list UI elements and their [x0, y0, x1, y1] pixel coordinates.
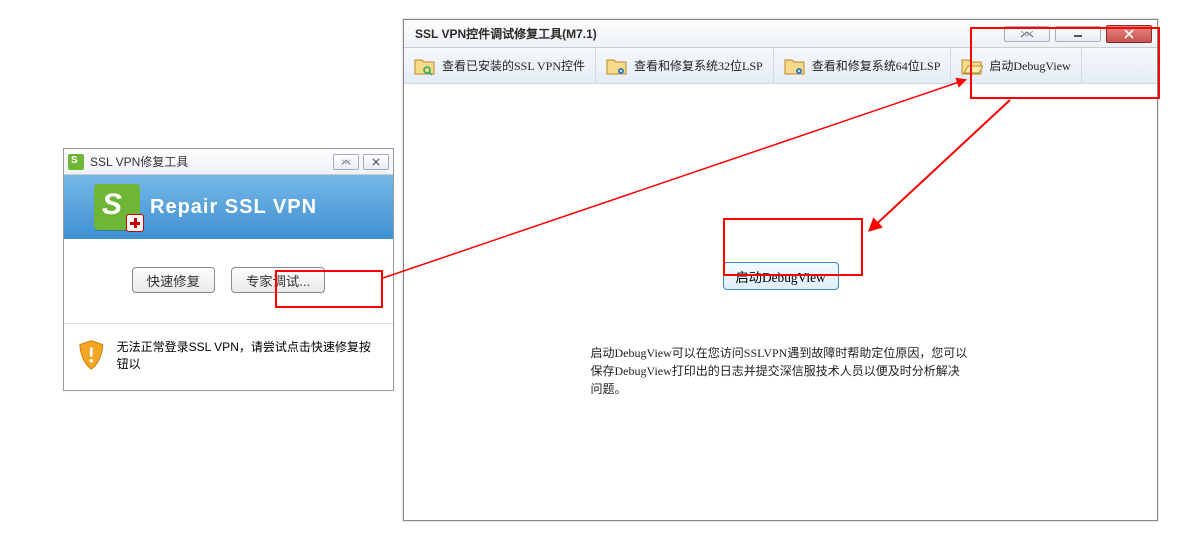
- repair-dialog-titlebar[interactable]: SSL VPN修复工具: [64, 149, 393, 175]
- debug-dialog: SSL VPN控件调试修复工具(M7.1) 查看已安装的SSL VPN控件: [403, 19, 1158, 521]
- debug-dialog-title: SSL VPN控件调试修复工具(M7.1): [415, 25, 998, 42]
- quick-repair-button[interactable]: 快速修复: [132, 267, 215, 293]
- debug-content: 启动DebugView 启动DebugView可以在您访问SSLVPN遇到故障时…: [404, 84, 1157, 520]
- folder-gear-icon: [606, 56, 628, 76]
- toolbar-launch-debugview[interactable]: 启动DebugView: [951, 48, 1081, 83]
- minimize-button[interactable]: [1055, 26, 1101, 42]
- app-icon: [68, 154, 84, 170]
- toolbar-label: 查看已安装的SSL VPN控件: [442, 57, 585, 74]
- repair-banner: S Repair SSL VPN: [64, 175, 393, 239]
- warning-shield-icon: [78, 339, 105, 371]
- toolbar-fix-32[interactable]: 查看和修复系统32位LSP: [596, 48, 774, 83]
- launch-debugview-button[interactable]: 启动DebugView: [723, 262, 839, 290]
- debug-dialog-titlebar[interactable]: SSL VPN控件调试修复工具(M7.1): [404, 20, 1157, 48]
- repair-dialog-title: SSL VPN修复工具: [88, 153, 329, 170]
- debug-toolbar: 查看已安装的SSL VPN控件 查看和修复系统32位LSP 查看和修复系统64位…: [404, 48, 1157, 84]
- repair-banner-title: Repair SSL VPN: [150, 196, 317, 219]
- repair-footer-text: 无法正常登录SSL VPN，请尝试点击快速修复按钮以: [117, 338, 381, 372]
- folder-search-icon: [414, 56, 436, 76]
- repair-logo-icon: S: [94, 184, 140, 230]
- debugview-description: 启动DebugView可以在您访问SSLVPN遇到故障时帮助定位原因，您可以保存…: [591, 344, 971, 398]
- close-button[interactable]: [1106, 25, 1152, 43]
- folder-open-icon: [961, 56, 983, 76]
- help-button[interactable]: [333, 154, 359, 170]
- folder-gear-icon: [784, 56, 806, 76]
- toolbar-fix-64[interactable]: 查看和修复系统64位LSP: [774, 48, 952, 83]
- help-button[interactable]: [1004, 26, 1050, 42]
- expert-debug-button[interactable]: 专家调试...: [231, 267, 325, 293]
- toolbar-label: 启动DebugView: [989, 57, 1070, 74]
- close-button[interactable]: [363, 154, 389, 170]
- toolbar-view-installed[interactable]: 查看已安装的SSL VPN控件: [404, 48, 596, 83]
- repair-dialog: SSL VPN修复工具 S Repair SSL VPN 快速修复 专家调试..…: [63, 148, 394, 391]
- toolbar-label: 查看和修复系统64位LSP: [812, 57, 941, 74]
- toolbar-label: 查看和修复系统32位LSP: [634, 57, 763, 74]
